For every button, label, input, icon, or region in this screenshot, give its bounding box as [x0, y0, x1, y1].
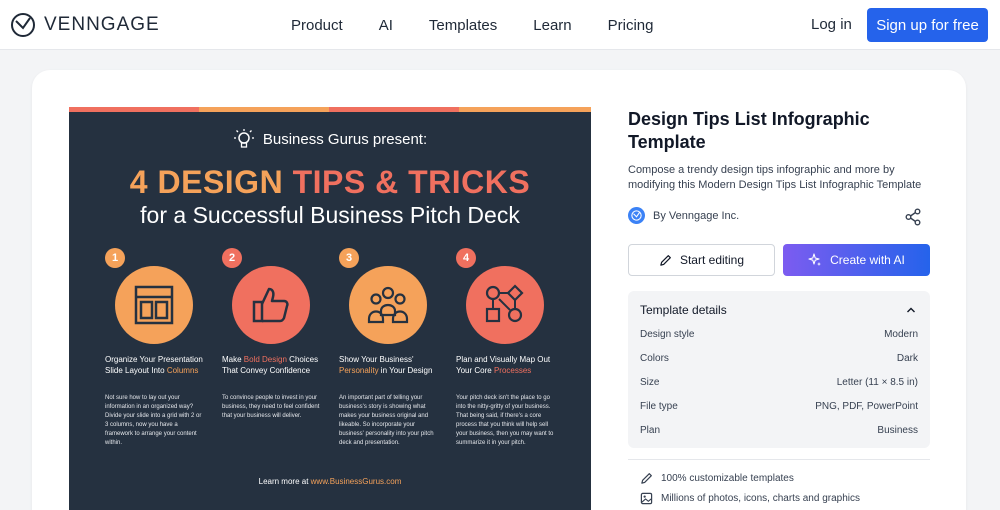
tip-title-1-highlight: Columns [166, 366, 199, 375]
headline-part-1: 4 DESIGN [129, 164, 293, 200]
detail-key: Plan [640, 425, 661, 436]
process-flow-icon [485, 284, 524, 323]
tip-title-2-highlight: Bold Design [243, 355, 287, 364]
tip-title-3: Show Your Business' Personality in Your … [339, 354, 449, 376]
headline-part-2: TIPS & TRICKS [292, 164, 531, 200]
detail-key: Design style [640, 329, 695, 340]
pencil-icon [641, 473, 652, 484]
feature-divider [628, 459, 930, 460]
start-editing-label: Start editing [679, 253, 745, 267]
share-icon[interactable] [904, 208, 922, 226]
tip-body-3: An important part of telling your busine… [339, 395, 434, 446]
infographic-headline: 4 DESIGN TIPS & TRICKS [69, 164, 591, 201]
tip-title-3-text-end: in Your Design [378, 366, 433, 375]
detail-key: Size [640, 377, 660, 388]
tip-body-1: Not sure how to lay out your information… [105, 395, 202, 446]
signup-button[interactable]: Sign up for free [867, 8, 988, 42]
tip-title-3-highlight: Personality [339, 366, 379, 375]
tip-title-3-text: Show Your Business' [339, 355, 414, 364]
infographic-footer: Learn more at www.BusinessGurus.com [69, 477, 591, 486]
thumbs-up-icon [252, 287, 289, 323]
tip-number-2: 2 [222, 248, 242, 268]
detail-key: File type [640, 401, 678, 412]
nav-pricing[interactable]: Pricing [590, 17, 672, 34]
feature-assets-label: Millions of photos, icons, charts and gr… [661, 493, 860, 504]
tip-number-3: 3 [339, 248, 359, 268]
detail-value: PNG, PDF, PowerPoint [815, 401, 918, 412]
login-link[interactable]: Log in [811, 16, 852, 33]
tip-body-4: Your pitch deck isn't the place to go in… [456, 395, 554, 446]
detail-value: Modern [884, 329, 918, 340]
tip-body-2: To convince people to invest in your bus… [222, 395, 320, 419]
infographic-presenter: Business Gurus present: [69, 129, 591, 148]
author-name: By Venngage Inc. [653, 209, 740, 222]
venngage-logo-icon [11, 13, 35, 37]
detail-key: Colors [640, 353, 669, 364]
template-author[interactable]: By Venngage Inc. [628, 207, 739, 224]
tip-circle-4 [466, 266, 544, 344]
template-description: Compose a trendy design tips infographic… [628, 164, 922, 191]
tip-title-2: Make Bold Design Choices That Convey Con… [222, 354, 332, 376]
tip-number-1: 1 [105, 248, 125, 268]
tip-title-4-highlight: Processes [493, 366, 532, 375]
tip-number-4: 4 [456, 248, 476, 268]
template-details-panel: Template details Design style Modern Col… [628, 291, 930, 448]
tip-title-2-text: Make [222, 355, 244, 364]
venngage-mini-logo-icon [631, 210, 642, 221]
learn-more-text: Learn more at [258, 477, 311, 486]
chevron-up-icon[interactable] [906, 305, 916, 315]
lightbulb-icon [234, 129, 254, 148]
detail-value: Dark [896, 353, 918, 364]
detail-value: Letter (11 × 8.5 in) [836, 377, 918, 388]
feature-customizable-label: 100% customizable templates [661, 473, 794, 484]
infographic-content: Business Gurus present: 4 DESIGN TIPS & … [69, 0, 591, 510]
template-title: Design Tips List Infographic Template [628, 109, 870, 152]
tip-circle-3 [349, 266, 427, 344]
presenter-text: Business Gurus present: [262, 131, 428, 148]
feature-assets: Millions of photos, icons, charts and gr… [640, 492, 860, 505]
template-details-title: Template details [640, 303, 727, 317]
start-editing-button[interactable]: Start editing [628, 244, 775, 276]
learn-more-link: www.BusinessGurus.com [310, 477, 402, 486]
people-group-icon [367, 286, 409, 324]
venngage-avatar [628, 207, 645, 224]
pencil-icon [660, 254, 671, 266]
sparkle-icon [808, 253, 822, 266]
detail-value: Business [877, 425, 918, 436]
tip-circle-2 [232, 266, 310, 344]
feature-customizable: 100% customizable templates [640, 472, 794, 485]
layout-columns-icon [134, 285, 174, 325]
infographic-subheadline: for a Successful Business Pitch Deck [140, 202, 520, 228]
tip-circle-1 [115, 266, 193, 344]
image-icon [640, 492, 653, 505]
tip-title-1: Organize Your Presentation Slide Layout … [105, 354, 215, 376]
tip-title-4: Plan and Visually Map Out Your Core Proc… [456, 354, 566, 376]
create-with-ai-label: Create with AI [830, 253, 905, 267]
create-with-ai-button[interactable]: Create with AI [783, 244, 930, 276]
